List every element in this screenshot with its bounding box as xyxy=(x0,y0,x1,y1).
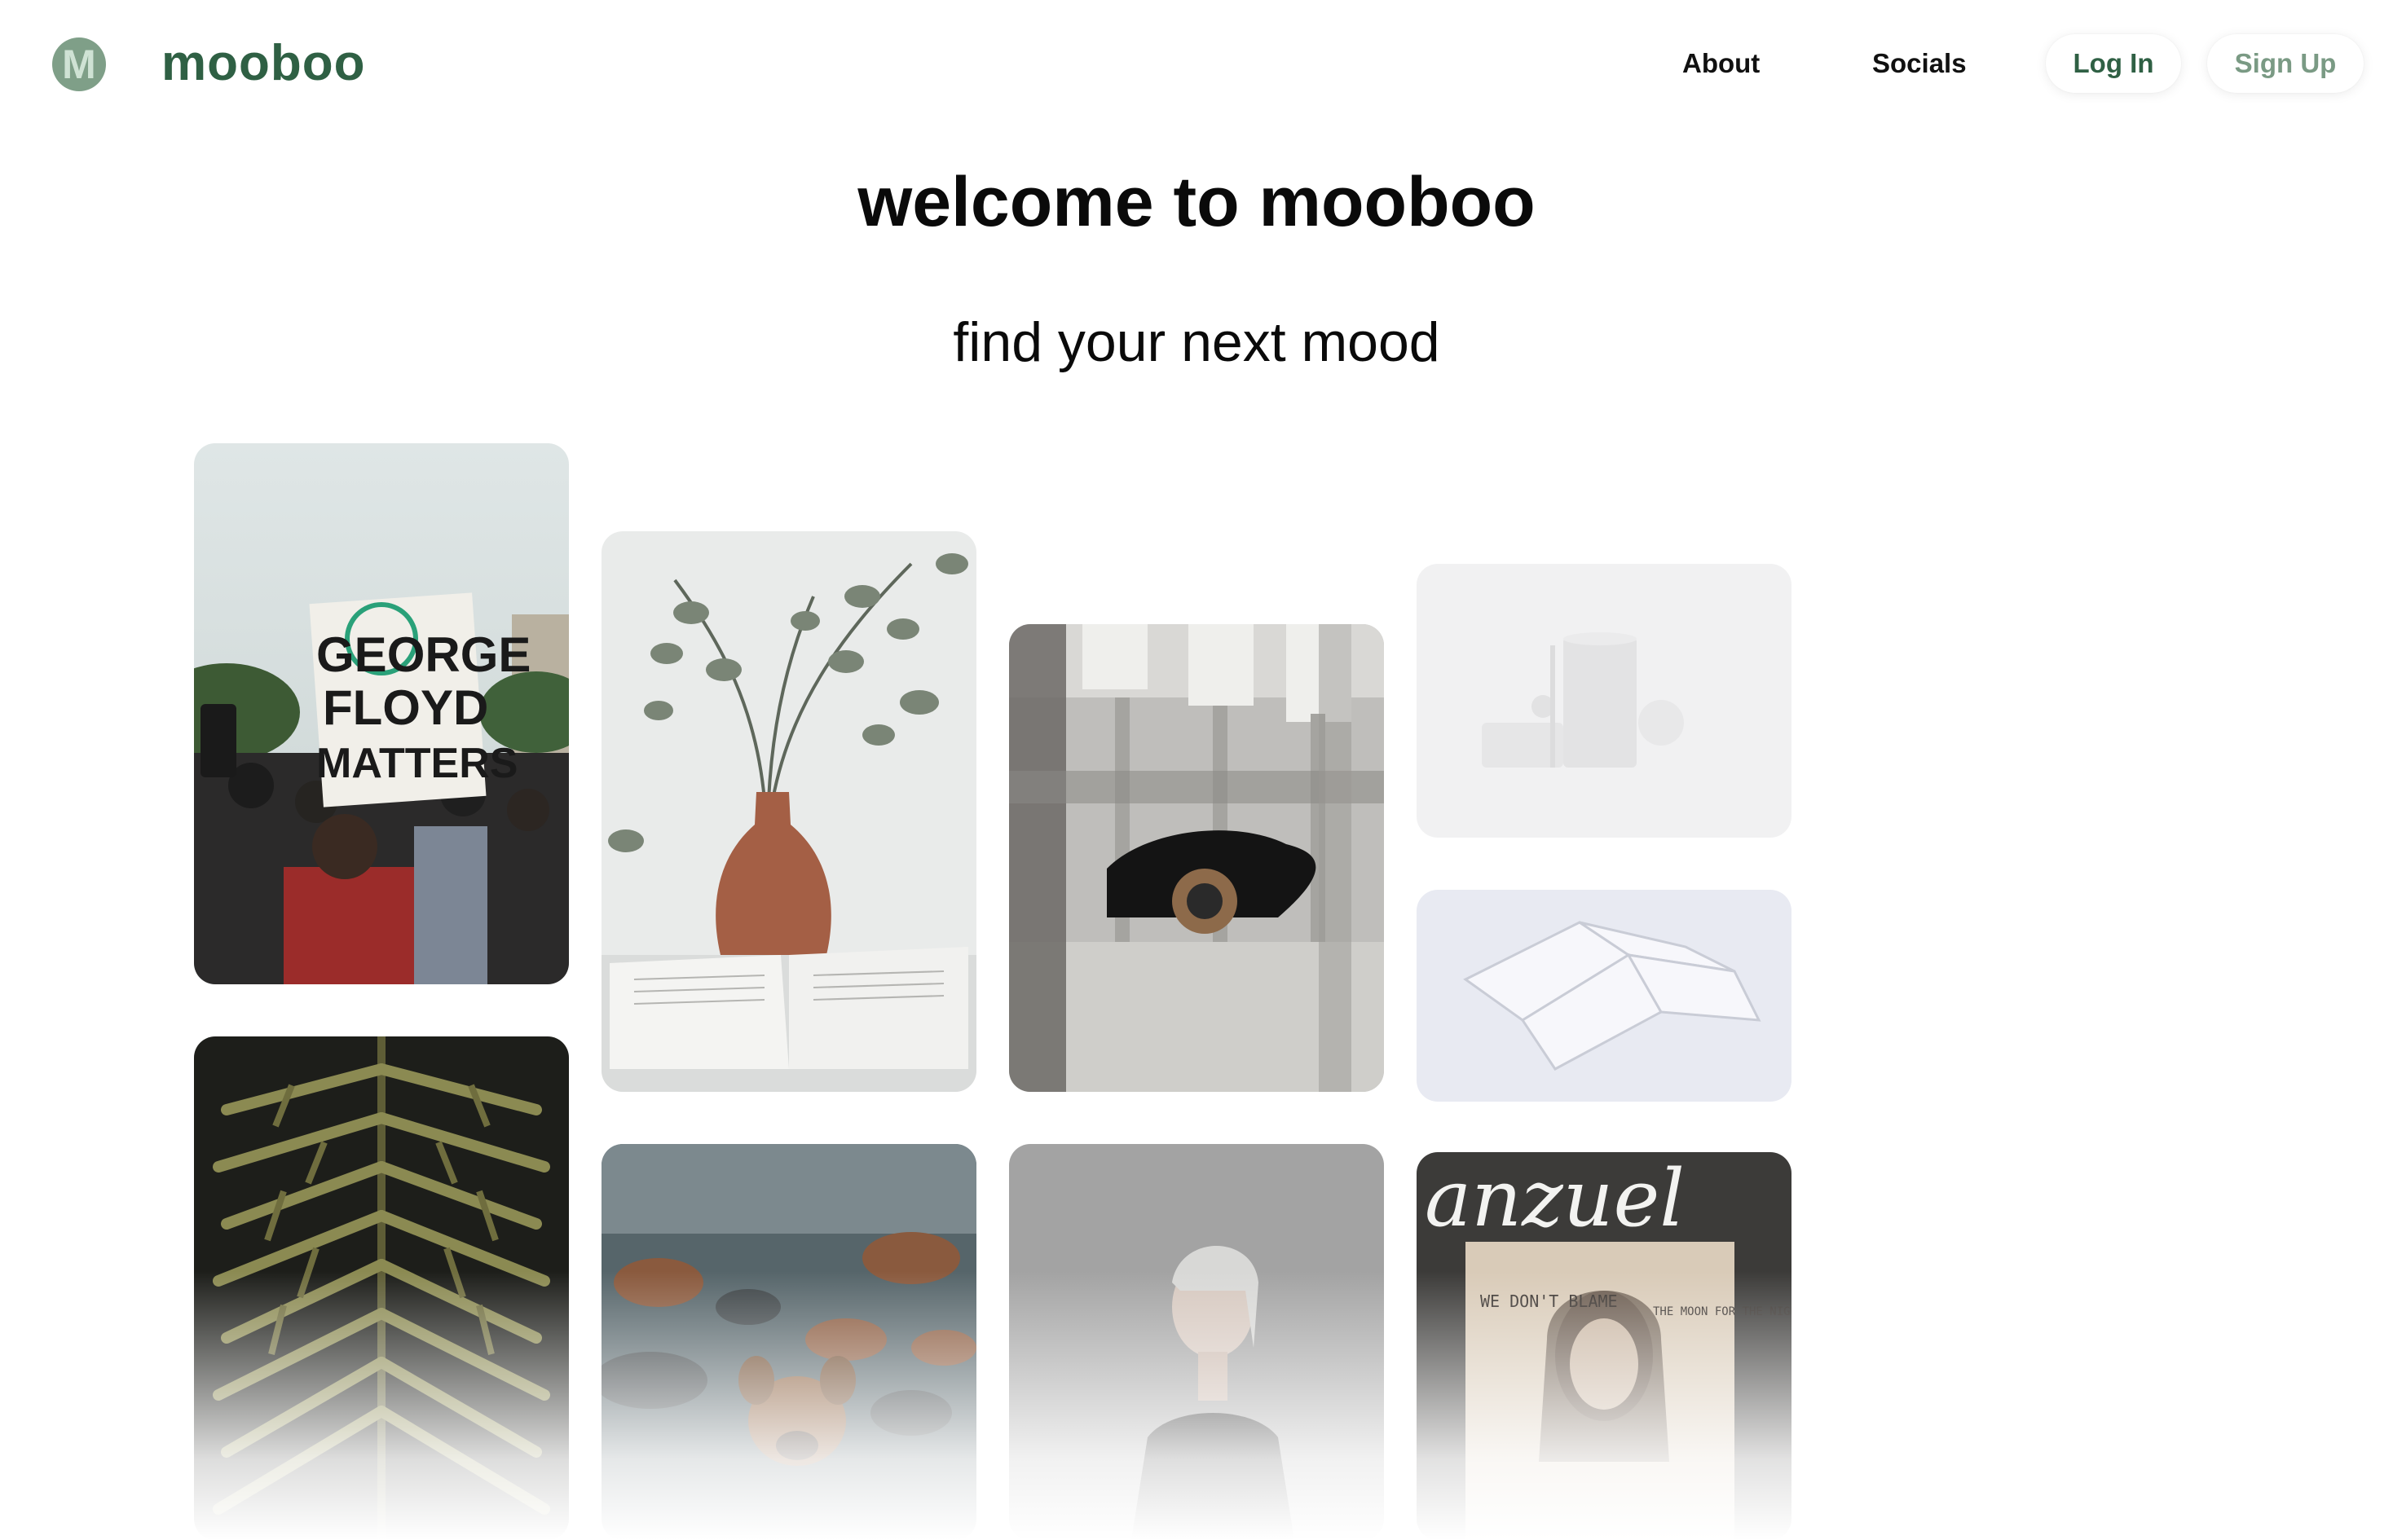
image-card-white-objects[interactable] xyxy=(1417,564,1791,838)
image-card-vase[interactable] xyxy=(602,531,976,1092)
graffiti-tag: anzuel xyxy=(1425,1153,1685,1244)
sign-line3: MATTERS xyxy=(316,740,518,787)
image-card-portrait[interactable] xyxy=(1009,1144,1384,1540)
image-card-dog[interactable] xyxy=(602,1144,976,1540)
portrait-image xyxy=(1009,1144,1384,1540)
image-card-glass-tiles[interactable] xyxy=(1417,890,1791,1102)
white-objects-image xyxy=(1417,564,1791,838)
graffiti-image: anzuel WE DON'T BLAME THE MOON FOR THE N… xyxy=(1417,1152,1791,1540)
car-image xyxy=(1009,624,1384,1092)
image-card-car[interactable] xyxy=(1009,624,1384,1092)
logo-icon[interactable]: M xyxy=(52,37,106,91)
image-card-fern[interactable] xyxy=(194,1036,569,1540)
sign-line2: FLOYD xyxy=(323,680,488,735)
fern-image xyxy=(194,1036,569,1540)
logo-letter: M xyxy=(62,42,96,87)
login-button[interactable]: Log In xyxy=(2046,34,2181,93)
protest-image: GEORGE FLOYD MATTERS xyxy=(194,443,569,984)
graffiti-left-note: WE DON'T BLAME xyxy=(1480,1291,1618,1311)
nav-about-link[interactable]: About xyxy=(1682,46,1760,81)
dog-image xyxy=(602,1144,976,1540)
graffiti-right-note: THE MOON FOR THE NIGHT xyxy=(1653,1305,1791,1318)
image-card-protest[interactable]: GEORGE FLOYD MATTERS xyxy=(194,443,569,984)
glass-tiles-image xyxy=(1417,890,1791,1102)
hero-title: welcome to mooboo xyxy=(857,163,1536,241)
vase-image xyxy=(602,531,976,1092)
nav-socials-link[interactable]: Socials xyxy=(1872,46,1967,81)
image-card-graffiti[interactable]: anzuel WE DON'T BLAME THE MOON FOR THE N… xyxy=(1417,1152,1791,1540)
sign-line1: GEORGE xyxy=(316,627,531,682)
brand-name[interactable]: mooboo xyxy=(161,33,366,95)
hero-subtitle: find your next mood xyxy=(953,311,1440,373)
signup-button[interactable]: Sign Up xyxy=(2207,34,2364,93)
page: M mooboo About Socials Log In Sign Up we… xyxy=(0,0,2393,1540)
